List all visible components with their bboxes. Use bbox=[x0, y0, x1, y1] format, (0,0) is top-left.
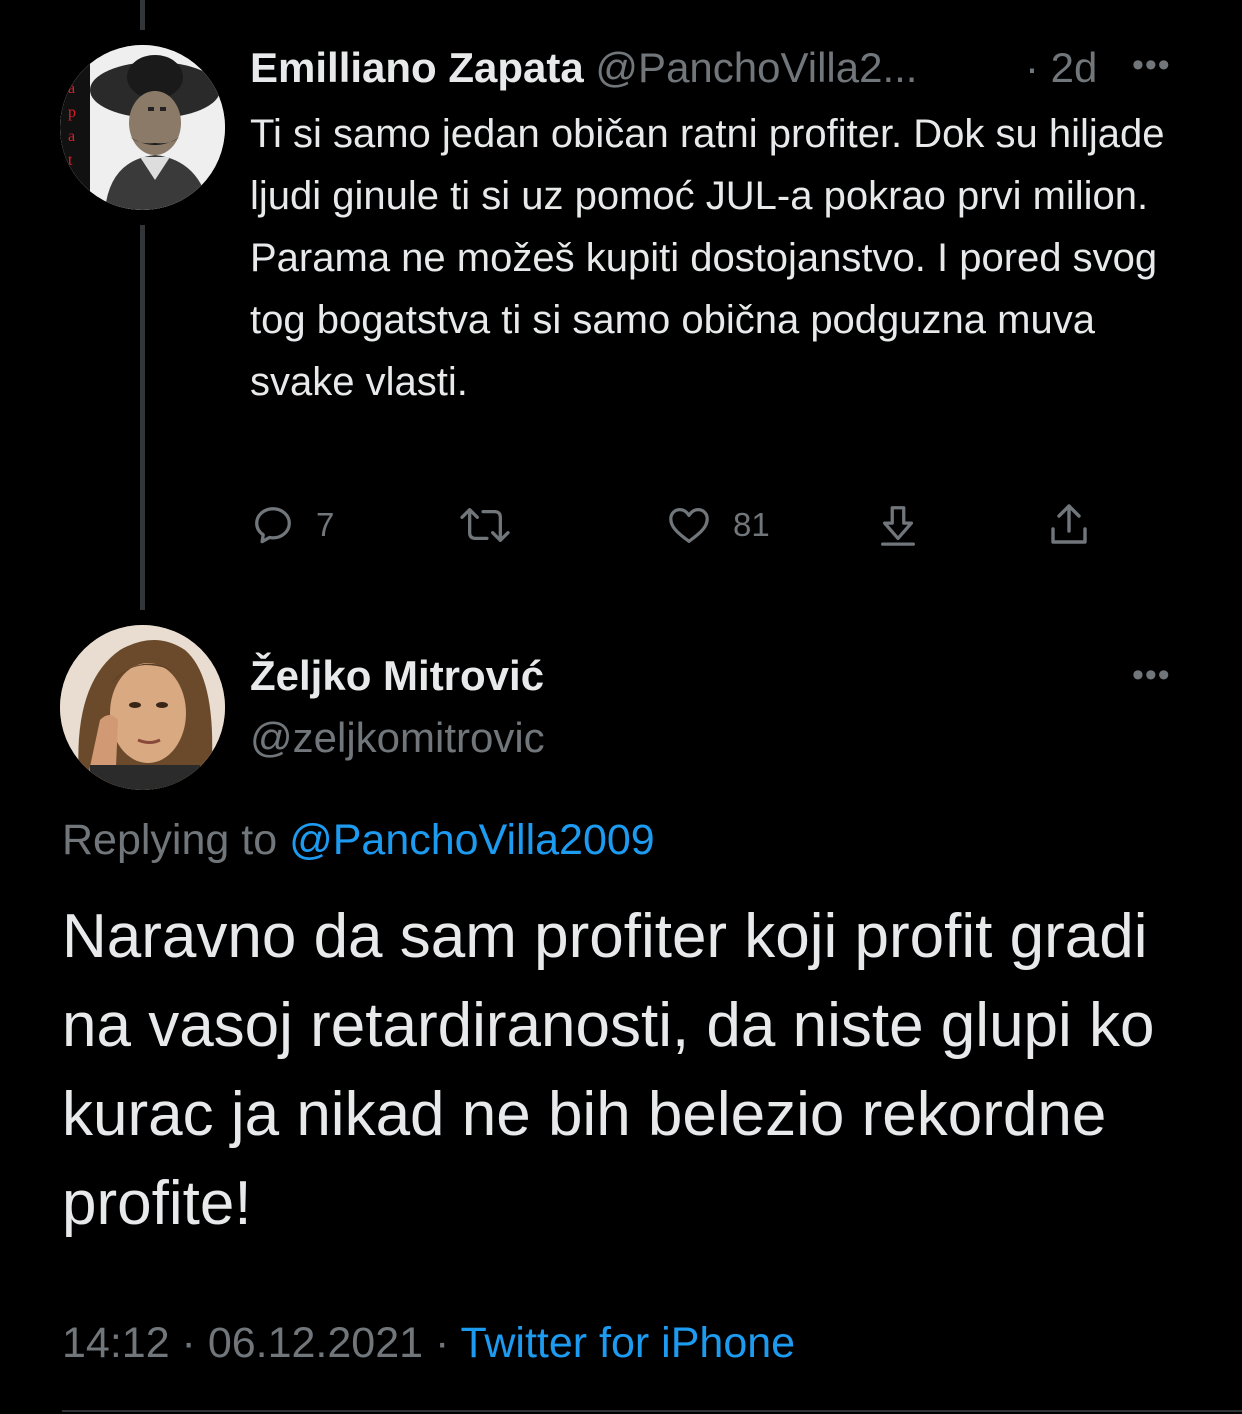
time-separator: · bbox=[1025, 44, 1039, 91]
download-icon bbox=[881, 506, 915, 546]
avatar-emilliano-zapata[interactable]: a p a t bbox=[60, 45, 225, 210]
meta-separator: · bbox=[423, 1319, 461, 1367]
reply-button[interactable]: 7 bbox=[250, 495, 334, 555]
tweet-time[interactable]: · 2d bbox=[1025, 40, 1097, 96]
more-horizontal-icon[interactable]: ••• bbox=[1132, 658, 1171, 692]
reply-count: 7 bbox=[316, 506, 335, 543]
avatar-zeljko-mitrovic[interactable] bbox=[60, 625, 225, 790]
svg-text:a: a bbox=[68, 80, 75, 97]
svg-text:p: p bbox=[68, 104, 76, 121]
tweet-meta: 14:12 · 06.12.2021 · Twitter for iPhone bbox=[62, 1315, 795, 1371]
avatar-image bbox=[60, 625, 225, 790]
retweet-icon bbox=[460, 508, 510, 542]
tweet-header: Emilliano Zapata @PanchoVilla2... · 2d bbox=[250, 40, 1190, 96]
tweet-time[interactable]: 14:12 bbox=[62, 1319, 170, 1367]
retweet-button[interactable] bbox=[455, 495, 515, 555]
more-horizontal-icon[interactable]: ••• bbox=[1132, 48, 1171, 82]
replying-to-link[interactable]: @PanchoVilla2009 bbox=[289, 816, 655, 864]
divider bbox=[62, 1410, 1242, 1412]
meta-separator: · bbox=[169, 1319, 208, 1367]
reply-icon bbox=[255, 507, 291, 544]
tweet-actions: 7 81 bbox=[250, 495, 1110, 555]
tweet-source-link[interactable]: Twitter for iPhone bbox=[460, 1319, 795, 1367]
tweet-date[interactable]: 06.12.2021 bbox=[208, 1319, 423, 1367]
author-handle[interactable]: @zeljkomitrovic bbox=[250, 710, 545, 766]
like-count: 81 bbox=[733, 506, 770, 543]
share-icon bbox=[1051, 504, 1087, 544]
author-name[interactable]: Emilliano Zapata bbox=[250, 44, 584, 91]
tweet-text: Ti si samo jedan običan ratni profiter. … bbox=[250, 112, 1165, 404]
time-value: 2d bbox=[1050, 44, 1098, 91]
replying-prefix: Replying to bbox=[62, 816, 290, 864]
thread-connector-top bbox=[140, 0, 145, 30]
author-handle[interactable]: @PanchoVilla2... bbox=[595, 44, 917, 91]
avatar-image: a p a t bbox=[60, 45, 225, 210]
heart-icon bbox=[669, 508, 709, 543]
download-button[interactable] bbox=[875, 495, 921, 555]
author-name[interactable]: Željko Mitrović bbox=[250, 648, 544, 704]
svg-text:a: a bbox=[68, 128, 75, 145]
tweet-text: Naravno da sam profiter koji profit grad… bbox=[62, 902, 1155, 1238]
share-button[interactable] bbox=[1045, 495, 1093, 555]
thread-connector bbox=[140, 225, 145, 610]
svg-text:t: t bbox=[68, 152, 73, 169]
replying-to: Replying to @PanchoVilla2009 bbox=[62, 812, 655, 868]
like-button[interactable]: 81 bbox=[665, 495, 770, 555]
